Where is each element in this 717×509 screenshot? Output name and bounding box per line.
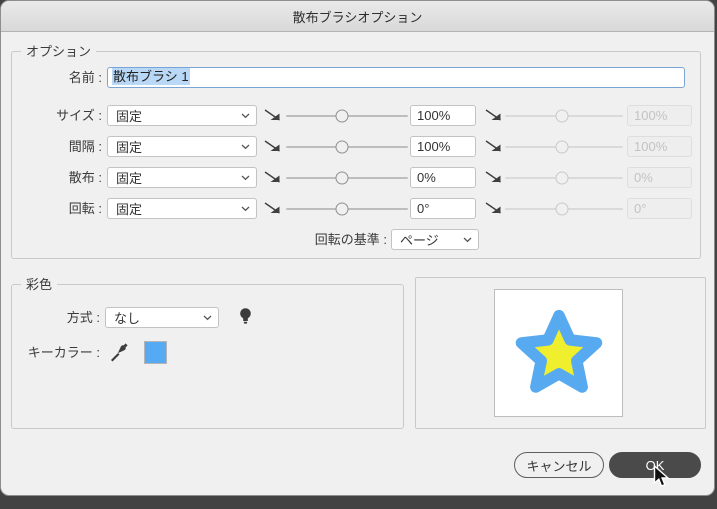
options-group-legend: オプション xyxy=(21,43,97,60)
colorization-group: 彩色 方式 : なし キーカラー : xyxy=(11,276,404,429)
chevron-down-icon xyxy=(241,144,250,150)
slider-flag-icon xyxy=(485,139,502,154)
scatter-variation-field: 0% xyxy=(627,167,692,188)
scatter-variation-slider xyxy=(505,167,623,188)
slider-flag-icon xyxy=(264,139,281,154)
size-variation-field: 100% xyxy=(627,105,692,126)
size-variation-slider xyxy=(505,105,623,126)
slider-flag-icon xyxy=(264,170,281,185)
star-shape-icon xyxy=(515,309,602,393)
size-variation-knob xyxy=(555,109,569,122)
spacing-value-field[interactable]: 100% xyxy=(410,136,476,157)
cancel-button[interactable]: キャンセル xyxy=(514,452,604,478)
size-slider-knob[interactable] xyxy=(335,109,349,122)
slider-flag-icon xyxy=(485,201,502,216)
scatter-variation-knob xyxy=(555,171,569,184)
name-label: 名前 : xyxy=(68,70,102,85)
size-label: サイズ : xyxy=(56,108,102,123)
scatter-slider-knob[interactable] xyxy=(335,171,349,184)
slider-flag-icon xyxy=(264,201,281,216)
rotation-slider-knob[interactable] xyxy=(335,202,349,215)
rotation-label: 回転 : xyxy=(68,201,102,216)
slider-flag-icon xyxy=(485,108,502,123)
colorization-tips-bulb-icon[interactable] xyxy=(239,307,252,332)
key-color-swatch[interactable] xyxy=(144,341,167,364)
scatter-mode-dropdown[interactable]: 固定 xyxy=(107,167,257,188)
method-label: 方式 : xyxy=(66,310,100,325)
scatter-label: 散布 : xyxy=(68,170,102,185)
chevron-down-icon xyxy=(241,113,250,119)
size-value-field[interactable]: 100% xyxy=(410,105,476,126)
brush-name-selected-text: 散布ブラシ 1 xyxy=(112,68,190,85)
rotation-variation-slider xyxy=(505,198,623,219)
scatter-brush-options-dialog: 散布ブラシオプション オプション 名前 : 散布ブラシ 1 サイズ : 固定 1… xyxy=(0,0,715,496)
options-group: オプション 名前 : 散布ブラシ 1 サイズ : 固定 100% 100% 間隔… xyxy=(11,43,701,259)
ok-button[interactable]: OK xyxy=(609,452,701,478)
eyedropper-icon[interactable] xyxy=(108,341,130,368)
spacing-slider-knob[interactable] xyxy=(335,140,349,153)
spacing-label: 間隔 : xyxy=(68,139,102,154)
chevron-down-icon xyxy=(203,315,212,321)
slider-flag-icon xyxy=(264,108,281,123)
colorization-group-legend: 彩色 xyxy=(21,276,58,293)
brush-preview-panel xyxy=(415,277,706,429)
brush-preview-canvas xyxy=(494,289,623,417)
size-mode-dropdown[interactable]: 固定 xyxy=(107,105,257,126)
rotation-variation-knob xyxy=(555,202,569,215)
rotation-mode-dropdown[interactable]: 固定 xyxy=(107,198,257,219)
spacing-variation-knob xyxy=(555,140,569,153)
size-slider[interactable] xyxy=(286,105,408,126)
brush-name-input[interactable]: 散布ブラシ 1 xyxy=(107,67,685,88)
chevron-down-icon xyxy=(241,206,250,212)
scatter-slider[interactable] xyxy=(286,167,408,188)
slider-flag-icon xyxy=(485,170,502,185)
rotation-variation-field: 0° xyxy=(627,198,692,219)
rotation-value-field[interactable]: 0° xyxy=(410,198,476,219)
chevron-down-icon xyxy=(463,237,472,243)
spacing-mode-dropdown[interactable]: 固定 xyxy=(107,136,257,157)
rotation-slider[interactable] xyxy=(286,198,408,219)
dialog-title: 散布ブラシオプション xyxy=(292,9,423,25)
rotation-basis-dropdown[interactable]: ページ xyxy=(391,229,479,250)
spacing-variation-slider xyxy=(505,136,623,157)
colorization-method-dropdown[interactable]: なし xyxy=(105,307,219,328)
key-color-label: キーカラー : xyxy=(27,345,100,360)
scatter-value-field[interactable]: 0% xyxy=(410,167,476,188)
spacing-slider[interactable] xyxy=(286,136,408,157)
dialog-titlebar: 散布ブラシオプション xyxy=(1,1,714,32)
chevron-down-icon xyxy=(241,175,250,181)
spacing-variation-field: 100% xyxy=(627,136,692,157)
rotation-basis-label: 回転の基準 : xyxy=(314,232,387,247)
